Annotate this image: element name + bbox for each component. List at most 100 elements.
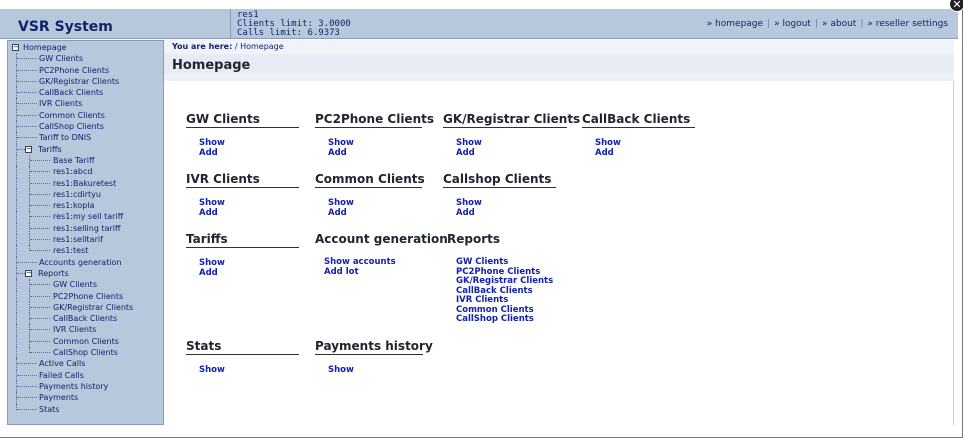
nav-homepage-link[interactable]: » homepage	[707, 19, 763, 29]
nav-logout-link[interactable]: » logout	[774, 19, 811, 29]
tree-label: Payments	[39, 393, 79, 403]
top-header: VSR System res1 Clients limit: 3.0000 Ca…	[0, 9, 958, 39]
section-links: Show Add	[328, 198, 422, 219]
tree-label: res1:selling tariff	[53, 223, 121, 233]
sidebar-item-stats[interactable]: Stats	[8, 403, 163, 415]
sidebar-item-common-clients[interactable]: Common Clients	[8, 335, 163, 348]
add-link[interactable]: Add	[199, 268, 299, 279]
add-link[interactable]: Add	[595, 148, 695, 159]
tree-label: Accounts generation	[39, 257, 122, 267]
sidebar-item-gk-registrar-clients[interactable]: GK/Registrar Clients	[8, 75, 163, 88]
tree-guide	[16, 279, 17, 291]
sidebar-item-callback-clients[interactable]: CallBack Clients	[8, 87, 163, 99]
sidebar-tree: − Homepage GW Clients PC2Phone Clients GK/Re…	[7, 40, 164, 425]
section-title: GK/Registrar Clients	[443, 112, 581, 128]
sidebar-item-callshop-clients[interactable]: CallShop Clients	[8, 347, 163, 359]
close-icon[interactable]: ✕	[949, 0, 963, 12]
title-band	[164, 73, 954, 81]
tree-guide	[16, 222, 17, 235]
tree-label: CallShop Clients	[53, 348, 118, 358]
sidebar-item-res1-cdirtyu[interactable]: res1:cdirtyu	[8, 188, 163, 201]
breadcrumb: You are here: / Homepage	[164, 40, 954, 54]
tree-connector	[30, 295, 50, 297]
sidebar-item-payments[interactable]: Payments	[8, 392, 163, 404]
sidebar-item-res1-test[interactable]: res1:test	[8, 245, 163, 257]
top-navigation: » homepage |» logout |» about |» reseller s…	[707, 19, 948, 29]
tree-guide	[16, 347, 17, 359]
tree-label: Tariffs	[38, 144, 62, 154]
page-title: Homepage	[172, 58, 251, 73]
sidebar-item-active-calls[interactable]: Active Calls	[8, 358, 163, 370]
sidebar-item-res1-bakuretest[interactable]: res1:Bakuretest	[8, 177, 163, 189]
section-links: Show Add	[328, 138, 422, 159]
nav-about-link[interactable]: » about	[822, 19, 856, 29]
add-link[interactable]: Add	[456, 208, 556, 219]
section-links: GW Clients PC2Phone Clients GK/Registrar C…	[456, 257, 557, 325]
tree-label: res1:my sell tariff	[53, 212, 124, 222]
sidebar-item-callback-clients[interactable]: CallBack Clients	[8, 313, 163, 325]
add-lot-link[interactable]: Add lot	[324, 267, 433, 278]
title-bar	[164, 54, 954, 74]
add-link[interactable]: Add	[328, 148, 422, 159]
sidebar-item-res1-my-sell-tariff[interactable]: res1:my sell tariff	[8, 211, 163, 223]
tree-label: CallBack Clients	[53, 314, 118, 324]
section-links: Show Add	[199, 258, 299, 279]
nav-reseller-settings-link[interactable]: » reseller settings	[867, 19, 948, 29]
section-title: Callshop Clients	[443, 172, 556, 188]
tree-connector	[17, 272, 25, 274]
callshop-clients-link[interactable]: CallShop Clients	[456, 314, 557, 325]
tree-connector	[30, 239, 50, 241]
section-links: Show	[199, 365, 299, 376]
section-title: Account generation	[315, 232, 448, 246]
sidebar-item-callshop-clients[interactable]: CallShop Clients	[8, 121, 163, 133]
tree-label: res1:test	[53, 246, 89, 256]
sidebar-item-common-clients[interactable]: Common Clients	[8, 109, 163, 122]
breadcrumb-prefix: You are here:	[172, 42, 233, 51]
sidebar-item-pc2phone-clients[interactable]: PC2Phone Clients	[8, 64, 163, 76]
sidebar-item-gw-clients[interactable]: GW Clients	[8, 279, 163, 291]
tree-label: CallBack Clients	[39, 88, 104, 98]
sidebar-item-res1-abcd[interactable]: res1:abcd	[8, 166, 163, 178]
sidebar-item-pc2phone-clients[interactable]: PC2Phone Clients	[8, 290, 163, 302]
calls-limit: Calls limit: 6.9373	[237, 28, 340, 38]
tree-label: GK/Registrar Clients	[39, 76, 120, 86]
sidebar-item-res1-selltarif[interactable]: res1:selltarif	[8, 234, 163, 246]
show-link[interactable]: Show	[328, 365, 423, 376]
sidebar-item-gw-clients[interactable]: GW Clients	[8, 53, 163, 65]
add-link[interactable]: Add	[456, 148, 567, 159]
section-links: Show	[328, 365, 423, 376]
sidebar-item-accounts-generation[interactable]: Accounts generation	[8, 256, 163, 268]
tree-label: Reports	[38, 268, 69, 278]
sidebar-item-ivr-clients[interactable]: IVR Clients	[8, 324, 163, 336]
sidebar-item-base-tariff[interactable]: Base Tariff	[8, 154, 163, 167]
sidebar-item-gk-registrar-clients[interactable]: GK/Registrar Clients	[8, 301, 163, 314]
tree-connector	[17, 103, 37, 105]
sidebar-item-reports[interactable]: − Reports	[8, 267, 163, 280]
nav-separator: |	[860, 19, 864, 29]
sidebar-item-failed-calls[interactable]: Failed Calls	[8, 369, 163, 381]
tree-guide	[16, 188, 17, 201]
section-title: CallBack Clients	[582, 112, 695, 128]
collapse-icon[interactable]: −	[25, 269, 32, 277]
tree-root-homepage[interactable]: − Homepage	[8, 42, 163, 53]
collapse-icon[interactable]: −	[12, 44, 19, 51]
sidebar-item-res1-selling-tariff[interactable]: res1:selling tariff	[8, 222, 163, 235]
tree-label: PC2Phone Clients	[53, 291, 124, 301]
tree-label: res1:cdirtyu	[53, 189, 101, 199]
tree-label: Failed Calls	[39, 370, 84, 380]
sidebar-item-ivr-clients[interactable]: IVR Clients	[8, 98, 163, 110]
tree-guide	[16, 335, 17, 348]
add-link[interactable]: Add	[199, 208, 299, 219]
sidebar-item-res1-kopla[interactable]: res1:kopla	[8, 200, 163, 212]
breadcrumb-path[interactable]: / Homepage	[235, 42, 284, 51]
tree-view: − Homepage GW Clients PC2Phone Clients GK/Re…	[8, 42, 163, 415]
sidebar-item-payments-history[interactable]: Payments history	[8, 380, 163, 393]
show-link[interactable]: Show	[199, 365, 299, 376]
collapse-icon[interactable]: −	[25, 145, 32, 153]
sidebar-item-tariff-to-dnis[interactable]: Tariff to DNIS	[8, 132, 163, 144]
section-tariffs: Tariffs Show Add	[186, 232, 299, 278]
sidebar-item-tariffs[interactable]: − Tariffs	[8, 143, 163, 155]
section-title: PC2Phone Clients	[315, 112, 434, 128]
add-link[interactable]: Add	[199, 148, 299, 159]
add-link[interactable]: Add	[328, 208, 422, 219]
